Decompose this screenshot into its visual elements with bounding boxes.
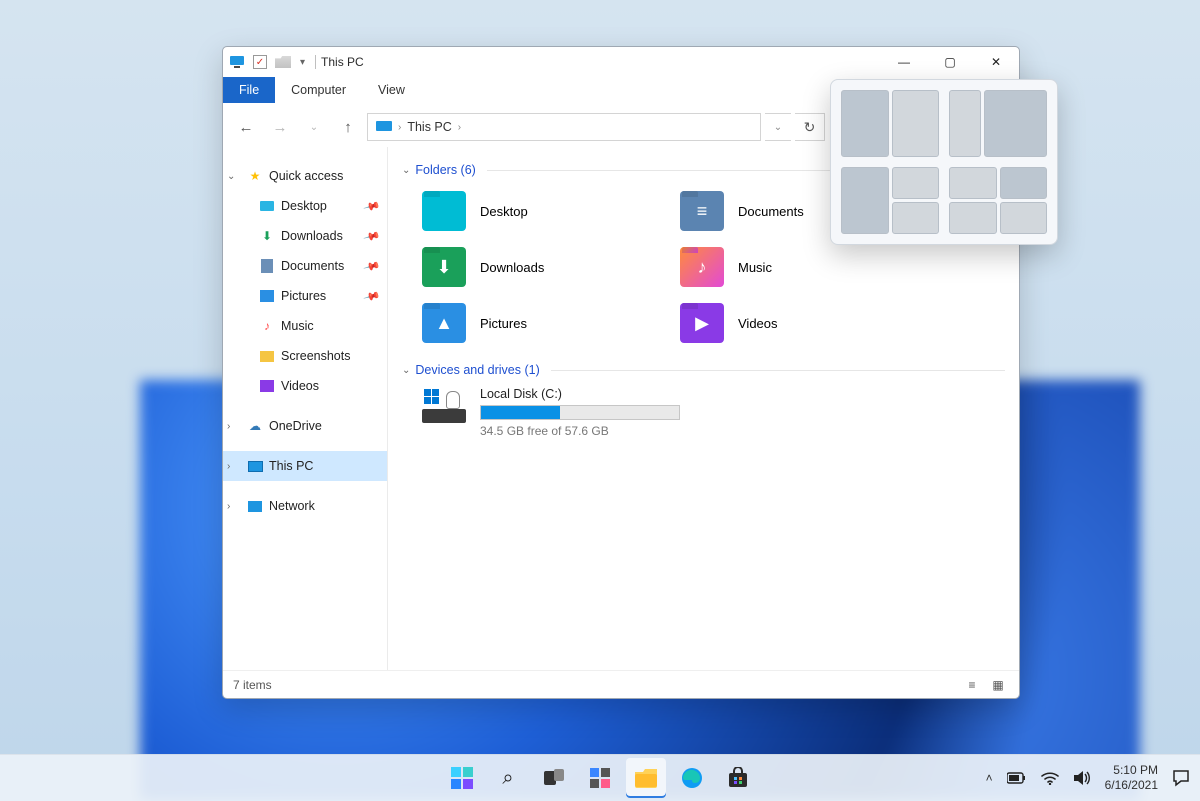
pin-icon: 📌 — [363, 227, 381, 245]
network-icon — [248, 501, 262, 512]
chevron-right-icon[interactable]: › — [227, 421, 230, 432]
sidebar-network[interactable]: ›Network — [223, 491, 387, 521]
view-details-button[interactable]: ≡ — [961, 675, 983, 695]
minimize-button[interactable]: — — [881, 47, 927, 77]
taskbar-clock[interactable]: 5:10 PM 6/16/2021 — [1105, 763, 1158, 793]
sidebar-this-pc[interactable]: ›This PC — [223, 451, 387, 481]
refresh-button[interactable]: ↻ — [795, 113, 825, 141]
chevron-down-icon[interactable]: ⌄ — [402, 165, 410, 176]
folder-pictures[interactable]: ▲Pictures — [422, 299, 672, 347]
view-icons-button[interactable]: ▦ — [987, 675, 1009, 695]
wifi-icon[interactable] — [1041, 771, 1059, 785]
chevron-right-icon[interactable]: › — [227, 501, 230, 512]
status-bar: 7 items ≡ ▦ — [223, 670, 1019, 698]
checkbox-icon[interactable]: ✓ — [253, 55, 267, 69]
snap-layout-third[interactable] — [949, 90, 1047, 157]
sidebar-item-screenshots[interactable]: Screenshots — [223, 341, 387, 371]
downloads-folder-icon: ⬇ — [422, 247, 466, 287]
search-icon: ⌕ — [502, 767, 513, 790]
pin-icon: 📌 — [363, 257, 381, 275]
chevron-right-icon[interactable]: › — [458, 122, 461, 133]
taskbar-store[interactable] — [718, 758, 758, 798]
pin-icon: 📌 — [363, 197, 381, 215]
section-drives[interactable]: ⌄ Devices and drives (1) — [402, 363, 1005, 377]
sidebar-item-music[interactable]: ♪Music — [223, 311, 387, 341]
folder-desktop[interactable]: Desktop — [422, 187, 672, 235]
status-item-count: 7 items — [233, 678, 272, 692]
sidebar-quick-access[interactable]: ⌄ ★ Quick access — [223, 161, 387, 191]
volume-icon[interactable] — [1073, 770, 1091, 786]
qat-dropdown-icon[interactable]: ▾ — [300, 57, 305, 68]
taskbar-widgets[interactable] — [580, 758, 620, 798]
star-icon: ★ — [247, 168, 263, 184]
breadcrumb-location[interactable]: This PC — [407, 120, 451, 134]
monitor-icon — [248, 461, 263, 472]
unlock-icon — [446, 391, 460, 409]
snap-layout-quarter[interactable] — [949, 167, 1047, 234]
system-tray: ˄ 5:10 PM 6/16/2021 — [986, 763, 1190, 793]
download-icon: ⬇ — [259, 228, 275, 244]
chevron-right-icon: › — [398, 122, 401, 133]
sidebar-item-videos[interactable]: Videos — [223, 371, 387, 401]
notifications-icon[interactable] — [1172, 769, 1190, 787]
drive-capacity-bar — [480, 405, 680, 420]
address-dropdown[interactable]: ⌄ — [765, 113, 791, 141]
titlebar[interactable]: ✓ ▾ This PC — ▢ ✕ — [223, 47, 1019, 77]
folder-music[interactable]: ♪Music — [680, 243, 930, 291]
drive-name: Local Disk (C:) — [480, 387, 680, 401]
taskbar-search[interactable]: ⌕ — [488, 758, 528, 798]
battery-icon[interactable] — [1007, 772, 1027, 784]
tab-view[interactable]: View — [362, 77, 421, 103]
snap-layout-half[interactable] — [841, 90, 939, 157]
folder-icon[interactable] — [275, 56, 291, 68]
chevron-down-icon[interactable]: ⌄ — [402, 365, 410, 376]
tray-overflow[interactable]: ˄ — [986, 771, 993, 785]
pictures-folder-icon: ▲ — [422, 303, 466, 343]
snap-layout-triple[interactable] — [841, 167, 939, 234]
sidebar-item-documents[interactable]: Documents📌 — [223, 251, 387, 281]
nav-pane: ⌄ ★ Quick access Desktop📌 ⬇Downloads📌 Do… — [223, 147, 388, 670]
chevron-down-icon[interactable]: ⌄ — [227, 171, 235, 182]
desktop-folder-icon — [422, 191, 466, 231]
forward-button[interactable]: → — [265, 112, 295, 142]
history-dropdown[interactable]: ⌄ — [299, 112, 329, 142]
snap-layouts-popup — [830, 79, 1058, 245]
up-button[interactable]: ↑ — [333, 112, 363, 142]
drive-icon — [422, 387, 466, 427]
sidebar-item-downloads[interactable]: ⬇Downloads📌 — [223, 221, 387, 251]
folder-downloads[interactable]: ⬇Downloads — [422, 243, 672, 291]
pin-icon: 📌 — [363, 287, 381, 305]
window-title: This PC — [321, 55, 364, 69]
taskbar-explorer[interactable] — [626, 758, 666, 798]
monitor-icon — [229, 54, 245, 70]
documents-folder-icon: ≡ — [680, 191, 724, 231]
music-icon: ♪ — [259, 318, 275, 334]
cloud-icon: ☁ — [247, 418, 263, 434]
close-button[interactable]: ✕ — [973, 47, 1019, 77]
drive-local-c[interactable]: Local Disk (C:) 34.5 GB free of 57.6 GB — [422, 387, 1005, 438]
start-button[interactable] — [442, 758, 482, 798]
address-bar[interactable]: › This PC › — [367, 113, 761, 141]
chevron-right-icon[interactable]: › — [227, 461, 230, 472]
taskbar-taskview[interactable] — [534, 758, 574, 798]
folder-videos[interactable]: ▶Videos — [680, 299, 930, 347]
sidebar-item-pictures[interactable]: Pictures📌 — [223, 281, 387, 311]
tab-file[interactable]: File — [223, 77, 275, 103]
taskbar: ⌕ ˄ 5:10 PM 6/16/2021 — [0, 754, 1200, 801]
tab-computer[interactable]: Computer — [275, 77, 362, 103]
music-folder-icon: ♪ — [680, 247, 724, 287]
sidebar-item-desktop[interactable]: Desktop📌 — [223, 191, 387, 221]
videos-folder-icon: ▶ — [680, 303, 724, 343]
sidebar-onedrive[interactable]: ›☁OneDrive — [223, 411, 387, 441]
taskbar-edge[interactable] — [672, 758, 712, 798]
drive-free-text: 34.5 GB free of 57.6 GB — [480, 424, 680, 438]
monitor-icon — [376, 121, 392, 133]
maximize-button[interactable]: ▢ — [927, 47, 973, 77]
back-button[interactable]: ← — [231, 112, 261, 142]
